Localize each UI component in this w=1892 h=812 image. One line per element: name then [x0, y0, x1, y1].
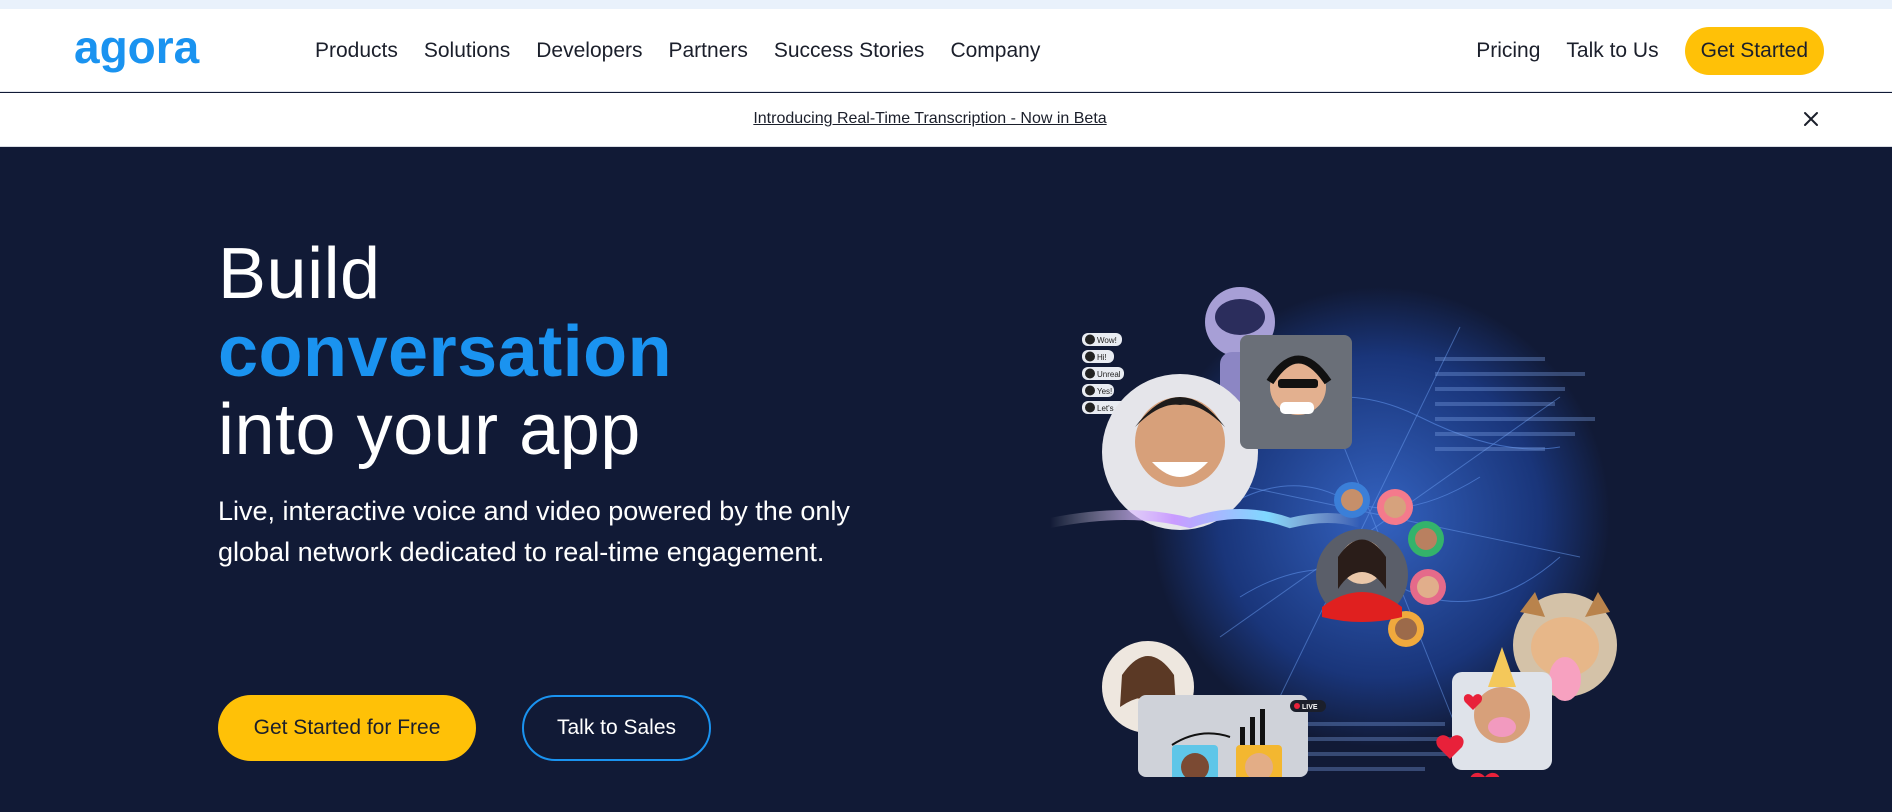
nav-pricing[interactable]: Pricing: [1476, 39, 1540, 63]
chip-wow: Wow!: [1097, 336, 1117, 345]
top-strip: [0, 0, 1892, 9]
nav-products[interactable]: Products: [315, 39, 398, 63]
nav-success-stories[interactable]: Success Stories: [774, 39, 925, 63]
hero-title-line3: into your app: [218, 390, 641, 470]
hero-illustration: Wow! Hi! Unreal Yes! Let's go! LIVE: [1045, 287, 1617, 777]
participant-headphones: [1240, 335, 1352, 449]
nav-company[interactable]: Company: [950, 39, 1040, 63]
hero-title: Build conversation into your app: [218, 235, 672, 469]
hero-title-line1: Build: [218, 234, 381, 314]
banner-link[interactable]: Introducing Real-Time Transcription - No…: [0, 110, 1860, 128]
hero-title-accent: conversation: [218, 312, 673, 392]
chip-yes: Yes!: [1097, 387, 1112, 396]
agora-logo[interactable]: agora: [74, 23, 230, 81]
talk-to-sales-button[interactable]: Talk to Sales: [522, 695, 711, 761]
get-started-free-button[interactable]: Get Started for Free: [218, 695, 476, 761]
primary-nav: Products Solutions Developers Partners S…: [315, 39, 1066, 63]
nav-partners[interactable]: Partners: [669, 39, 748, 63]
participant-laughing-man: [1102, 374, 1258, 530]
chip-hi: Hi!: [1097, 353, 1107, 362]
live-badge: LIVE: [1302, 704, 1318, 711]
voice-waveform: [1045, 509, 1365, 529]
svg-text:agora: agora: [74, 23, 200, 73]
announcement-banner: Introducing Real-Time Transcription - No…: [0, 93, 1892, 147]
chip-unreal: Unreal: [1097, 370, 1121, 379]
hero-section: Build conversation into your app Live, i…: [0, 147, 1892, 812]
participant-woman-red: [1316, 529, 1408, 622]
nav-talk-to-us[interactable]: Talk to Us: [1566, 39, 1658, 63]
hero-subtitle: Live, interactive voice and video powere…: [218, 496, 850, 567]
nav-solutions[interactable]: Solutions: [424, 39, 510, 63]
close-icon[interactable]: [1798, 106, 1824, 132]
whiteboard-tile: LIVE: [1138, 695, 1326, 777]
top-navigation: agora Products Solutions Developers Part…: [0, 9, 1892, 92]
nav-actions: Pricing Talk to Us Get Started: [1476, 27, 1824, 75]
nav-developers[interactable]: Developers: [536, 39, 642, 63]
get-started-button[interactable]: Get Started: [1684, 27, 1824, 75]
